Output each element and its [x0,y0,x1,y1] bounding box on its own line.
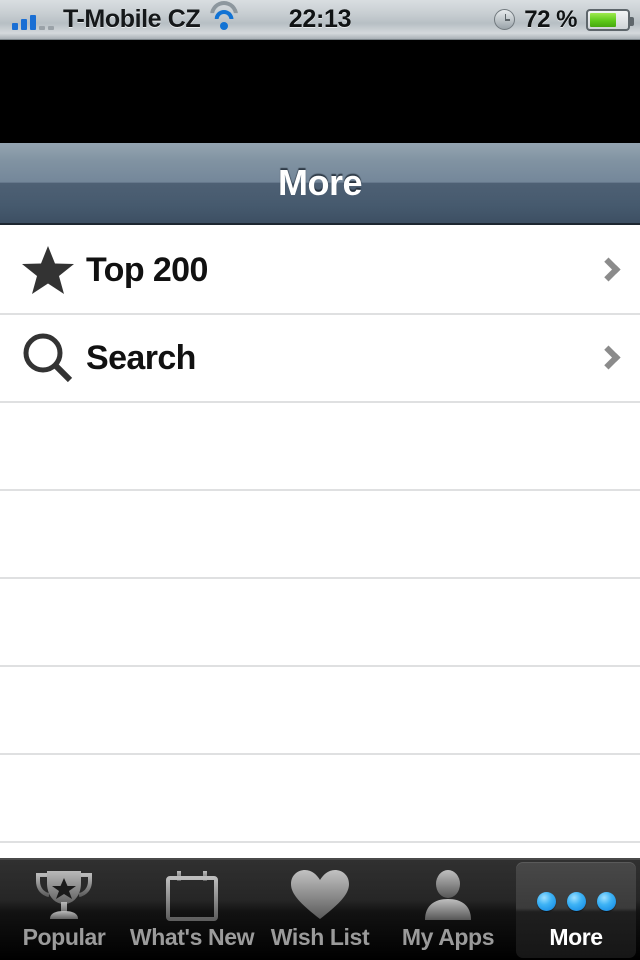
navigation-bar: More [0,143,640,225]
list-item-empty [0,403,640,491]
star-icon [10,245,86,295]
list-item-search[interactable]: Search [0,315,640,403]
list-item-empty [0,579,640,667]
page-title: More [277,162,363,203]
status-bar-right: 72 % [494,6,640,34]
tab-my-apps[interactable]: My Apps [384,860,512,960]
battery-icon [586,8,634,31]
black-spacer-area [0,40,640,143]
calendar-icon [163,869,221,921]
status-bar: T-Mobile CZ 22:13 72 % [0,0,640,40]
tab-label: More [549,924,603,950]
tab-label: My Apps [401,924,495,950]
three-dots-icon [536,869,616,921]
tab-bar: Popular What's New Wish List My Apps Mor… [0,858,640,960]
search-icon [10,332,86,384]
list-item-empty [0,491,640,579]
chevron-right-icon [596,345,621,370]
list-item-empty [0,667,640,755]
battery-percent-label: 72 % [524,5,577,33]
tab-wish-list[interactable]: Wish List [256,860,384,960]
tab-label: Wish List [270,924,370,950]
chevron-right-icon [596,257,621,282]
list-item-label: Top 200 [86,250,208,289]
tab-whats-new[interactable]: What's New [128,860,256,960]
tab-popular[interactable]: Popular [0,860,128,960]
clock-icon [494,9,516,30]
heart-icon [290,869,350,921]
tab-label: What's New [129,924,255,950]
list-item-top-200[interactable]: Top 200 [0,227,640,315]
list-item-label: Search [86,338,196,377]
tab-label: Popular [22,924,106,950]
app-screen: T-Mobile CZ 22:13 72 % More Top 200 Sear… [0,0,640,960]
more-options-list: Top 200 Search [0,227,640,858]
list-item-empty [0,755,640,843]
person-icon [421,869,475,921]
tab-more[interactable]: More [512,860,640,960]
trophy-icon [33,869,95,921]
